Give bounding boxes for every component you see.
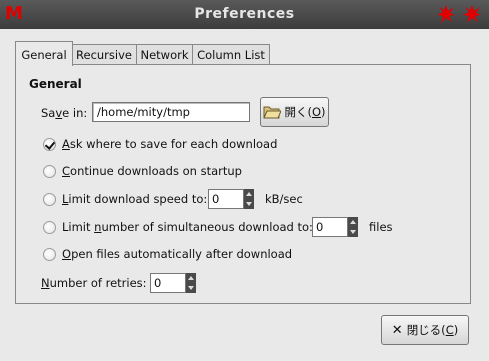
section-title: General <box>29 77 82 91</box>
spin-up-icon[interactable] <box>350 220 356 224</box>
minimize-icon[interactable] <box>436 4 456 24</box>
number-spinbox[interactable]: 0 <box>312 217 358 237</box>
open-button-label: 開く(O) <box>284 105 326 119</box>
limit-number-label: Limit number of simultaneous download to… <box>62 220 313 234</box>
spin-down-icon[interactable] <box>350 230 356 234</box>
retries-spin-arrows[interactable] <box>186 273 196 293</box>
tab-column-list[interactable]: Column List <box>192 44 270 65</box>
ask-save-label: Ask where to save for each download <box>62 137 278 151</box>
spin-up-icon[interactable] <box>246 192 252 196</box>
save-in-field[interactable]: /home/mity/tmp <box>92 102 250 122</box>
number-value[interactable]: 0 <box>312 217 348 237</box>
tab-network[interactable]: Network <box>136 44 193 65</box>
window-title: Preferences <box>194 6 295 22</box>
continue-downloads-checkbox[interactable] <box>43 165 56 178</box>
number-spin-arrows[interactable] <box>348 217 358 237</box>
preferences-window: M Preferences General Recursive Network … <box>0 0 489 361</box>
open-button[interactable]: 開く(O) <box>260 97 329 127</box>
title-bar[interactable]: M Preferences <box>0 0 489 29</box>
spin-down-icon[interactable] <box>246 202 252 206</box>
close-button[interactable]: ✕ 閉じる(C) <box>381 315 469 345</box>
open-files-label: Open files automatically after download <box>62 247 293 261</box>
speed-spinbox[interactable]: 0 <box>208 189 254 209</box>
speed-value[interactable]: 0 <box>208 189 244 209</box>
tab-recursive[interactable]: Recursive <box>71 44 137 65</box>
speed-spin-arrows[interactable] <box>244 189 254 209</box>
save-in-label: Save in: <box>41 106 88 120</box>
retries-value[interactable]: 0 <box>150 273 186 293</box>
retries-spinbox[interactable]: 0 <box>150 273 196 293</box>
close-window-icon[interactable] <box>462 4 482 24</box>
open-files-checkbox[interactable] <box>43 248 56 261</box>
general-panel: General Save in: /home/mity/tmp 開く(O) As… <box>15 64 471 304</box>
tab-general[interactable]: General <box>15 41 73 66</box>
speed-unit-label: kB/sec <box>265 192 303 206</box>
close-button-label: 閉じる(C) <box>406 323 459 337</box>
spin-up-icon[interactable] <box>188 276 194 280</box>
limit-speed-checkbox[interactable] <box>43 193 56 206</box>
ask-save-checkbox[interactable] <box>43 138 56 151</box>
spin-down-icon[interactable] <box>188 286 194 290</box>
number-unit-label: files <box>369 220 393 234</box>
retries-label: Number of retries: <box>41 276 147 290</box>
limit-speed-label: Limit download speed to: <box>62 192 208 206</box>
continue-downloads-label: Continue downloads on startup <box>62 164 242 178</box>
limit-number-checkbox[interactable] <box>43 221 56 234</box>
folder-icon <box>263 106 282 119</box>
close-icon: ✕ <box>391 322 403 338</box>
